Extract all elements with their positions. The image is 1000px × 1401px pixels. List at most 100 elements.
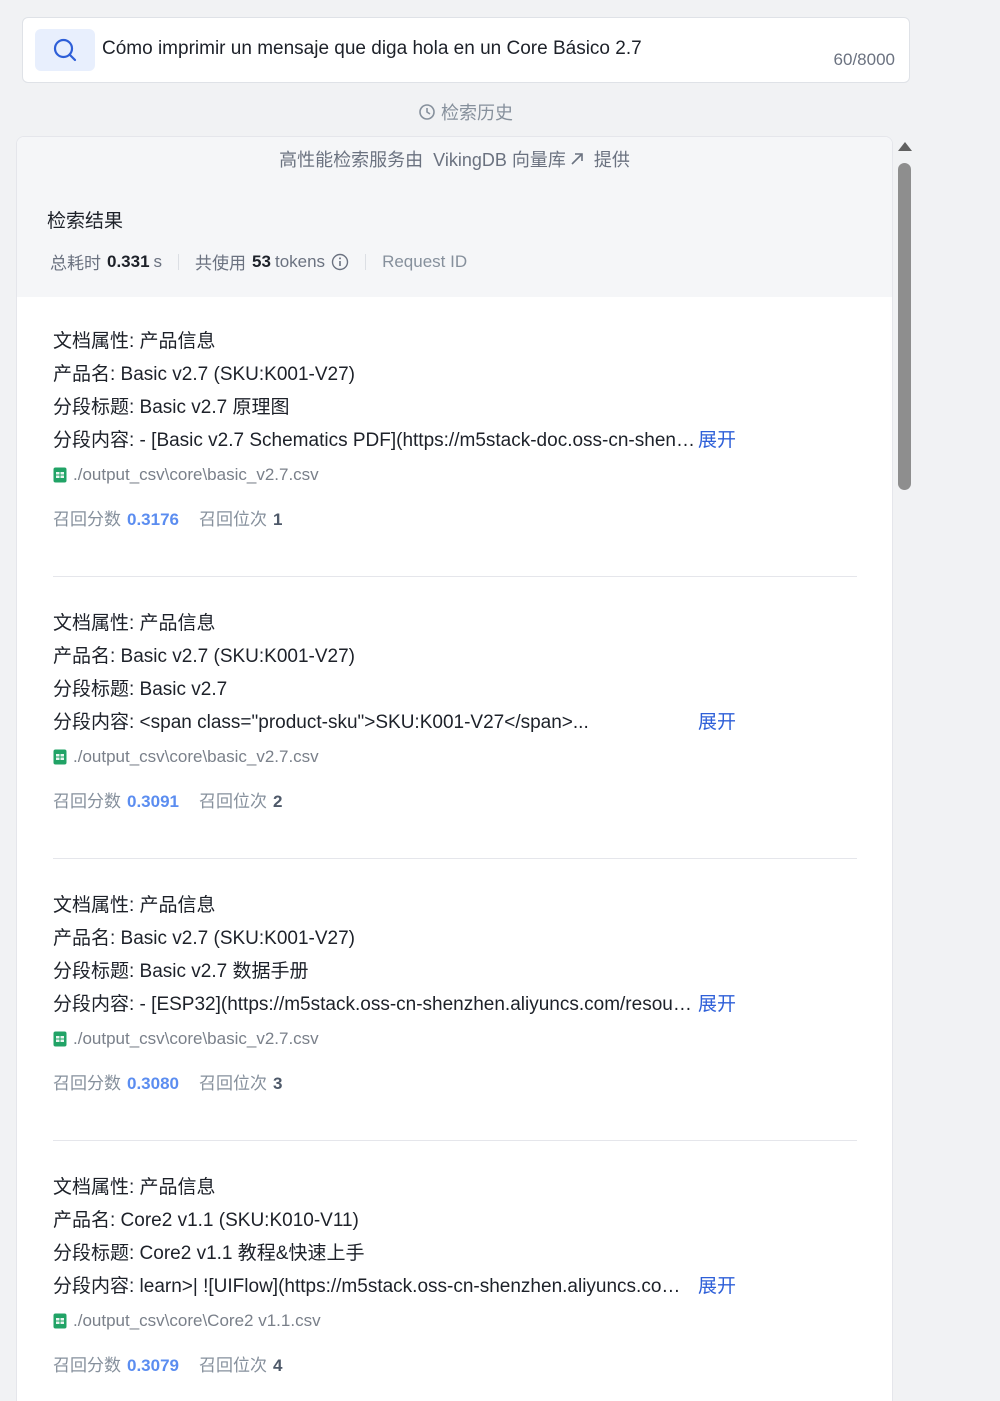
rank-value: 2 bbox=[273, 792, 283, 811]
rank-group: 召回位次 4 bbox=[199, 1351, 282, 1376]
results-summary: 检索结果 总耗时 0.331 s 共使用 53 tokens Request I… bbox=[17, 181, 892, 297]
history-label: 检索历史 bbox=[441, 103, 513, 123]
spreadsheet-file-icon bbox=[53, 1313, 67, 1329]
time-value: 0.331 bbox=[107, 251, 150, 271]
result-file-path: ./output_csv\core\Core2 v1.1.csv bbox=[73, 1311, 321, 1330]
request-id-button[interactable]: Request ID bbox=[382, 252, 467, 272]
rank-group: 召回位次 2 bbox=[199, 787, 282, 812]
result-item: 文档属性: 产品信息 产品名: Basic v2.7 (SKU:K001-V27… bbox=[53, 889, 857, 1094]
result-item: 文档属性: 产品信息 产品名: Basic v2.7 (SKU:K001-V27… bbox=[53, 325, 857, 530]
tokens-unit: tokens bbox=[274, 251, 326, 271]
rank-value: 1 bbox=[273, 510, 283, 529]
scrollbar[interactable] bbox=[895, 140, 915, 1401]
score-value: 0.3080 bbox=[127, 1074, 179, 1093]
result-divider bbox=[53, 858, 857, 859]
banner-suffix: 提供 bbox=[593, 150, 630, 170]
score-label: 召回分数 bbox=[53, 792, 121, 811]
score-value: 0.3079 bbox=[127, 1356, 179, 1375]
result-file-link[interactable]: ./output_csv\core\Core2 v1.1.csv bbox=[53, 1311, 857, 1331]
result-content: 分段内容: - [Basic v2.7 Schematics PDF](http… bbox=[53, 430, 695, 451]
score-value: 0.3176 bbox=[127, 510, 179, 529]
result-content-row: 分段内容: - [ESP32](https://m5stack.oss-cn-s… bbox=[53, 988, 857, 1021]
result-content-row: 分段内容: learn>| ![UIFlow](https://m5stack.… bbox=[53, 1270, 857, 1303]
banner-prefix: 高性能检索服务由 bbox=[279, 150, 424, 170]
result-doc-attr: 文档属性: 产品信息 bbox=[53, 331, 216, 352]
result-content-row: 分段内容: <span class="product-sku">SKU:K001… bbox=[53, 706, 857, 739]
result-product-name: 产品名: Basic v2.7 (SKU:K001-V27) bbox=[53, 364, 355, 385]
result-content: 分段内容: <span class="product-sku">SKU:K001… bbox=[53, 712, 589, 733]
result-divider bbox=[53, 576, 857, 577]
service-banner: 高性能检索服务由 VikingDB 向量库 提供 bbox=[17, 137, 892, 181]
result-product-name: 产品名: Core2 v1.1 (SKU:K010-V11) bbox=[53, 1210, 359, 1231]
score-group: 召回分数 0.3079 bbox=[53, 1351, 179, 1376]
score-group: 召回分数 0.3091 bbox=[53, 787, 179, 812]
result-doc-attr: 文档属性: 产品信息 bbox=[53, 1177, 216, 1198]
score-label: 召回分数 bbox=[53, 510, 121, 529]
results-title: 检索结果 bbox=[47, 211, 124, 232]
rank-group: 召回位次 3 bbox=[199, 1069, 282, 1094]
spreadsheet-file-icon bbox=[53, 749, 67, 765]
score-group: 召回分数 0.3080 bbox=[53, 1069, 179, 1094]
char-counter: 60/8000 bbox=[833, 50, 895, 69]
rank-value: 3 bbox=[273, 1074, 283, 1093]
result-section-title: 分段标题: Basic v2.7 原理图 bbox=[53, 397, 290, 418]
time-unit: s bbox=[153, 251, 163, 271]
spreadsheet-file-icon bbox=[53, 467, 67, 483]
expand-button[interactable]: 展开 bbox=[698, 706, 736, 739]
result-content: 分段内容: learn>| ![UIFlow](https://m5stack.… bbox=[53, 1276, 695, 1297]
results-stats: 总耗时 0.331 s 共使用 53 tokens Request ID bbox=[50, 249, 892, 274]
rank-label: 召回位次 bbox=[199, 510, 267, 529]
rank-label: 召回位次 bbox=[199, 1356, 267, 1375]
search-box: Cómo imprimir un mensaje que diga hola e… bbox=[22, 17, 910, 83]
result-doc-attr: 文档属性: 产品信息 bbox=[53, 613, 216, 634]
result-file-link[interactable]: ./output_csv\core\basic_v2.7.csv bbox=[53, 465, 857, 485]
result-metrics: 召回分数 0.3080 召回位次 3 bbox=[53, 1069, 857, 1094]
result-file-link[interactable]: ./output_csv\core\basic_v2.7.csv bbox=[53, 1029, 857, 1049]
rank-value: 4 bbox=[273, 1356, 283, 1375]
result-product-name: 产品名: Basic v2.7 (SKU:K001-V27) bbox=[53, 646, 355, 667]
rank-label: 召回位次 bbox=[199, 792, 267, 811]
result-divider bbox=[53, 1140, 857, 1141]
result-content-row: 分段内容: - [Basic v2.7 Schematics PDF](http… bbox=[53, 424, 857, 457]
history-icon bbox=[419, 104, 435, 120]
result-metrics: 召回分数 0.3176 召回位次 1 bbox=[53, 505, 857, 530]
result-metrics: 召回分数 0.3091 召回位次 2 bbox=[53, 787, 857, 812]
search-history-link[interactable]: 检索历史 bbox=[418, 99, 513, 125]
info-icon[interactable] bbox=[331, 253, 349, 271]
stats-divider bbox=[178, 253, 180, 270]
result-section-title: 分段标题: Core2 v1.1 教程&快速上手 bbox=[53, 1243, 365, 1264]
expand-button[interactable]: 展开 bbox=[698, 988, 736, 1021]
search-input[interactable]: Cómo imprimir un mensaje que diga hola e… bbox=[102, 38, 642, 60]
result-file-path: ./output_csv\core\basic_v2.7.csv bbox=[73, 747, 319, 766]
tokens-label: 共使用 bbox=[195, 254, 247, 273]
result-section-title: 分段标题: Basic v2.7 bbox=[53, 679, 228, 700]
result-file-path: ./output_csv\core\basic_v2.7.csv bbox=[73, 465, 319, 484]
external-link-icon bbox=[571, 153, 583, 165]
result-section-title: 分段标题: Basic v2.7 数据手册 bbox=[53, 961, 309, 982]
scroll-thumb[interactable] bbox=[898, 163, 911, 490]
score-label: 召回分数 bbox=[53, 1356, 121, 1375]
rank-label: 召回位次 bbox=[199, 1074, 267, 1093]
vikingdb-link[interactable]: VikingDB 向量库 bbox=[433, 146, 584, 172]
spreadsheet-file-icon bbox=[53, 1031, 67, 1047]
tokens-value: 53 bbox=[252, 251, 271, 271]
vikingdb-link-label: VikingDB 向量库 bbox=[433, 150, 566, 170]
search-button[interactable] bbox=[35, 29, 95, 71]
result-doc-attr: 文档属性: 产品信息 bbox=[53, 895, 216, 916]
score-label: 召回分数 bbox=[53, 1074, 121, 1093]
expand-button[interactable]: 展开 bbox=[698, 1270, 736, 1303]
result-file-path: ./output_csv\core\basic_v2.7.csv bbox=[73, 1029, 319, 1048]
stats-divider bbox=[365, 253, 367, 270]
score-group: 召回分数 0.3176 bbox=[53, 505, 179, 530]
result-item: 文档属性: 产品信息 产品名: Basic v2.7 (SKU:K001-V27… bbox=[53, 607, 857, 812]
time-label: 总耗时 bbox=[50, 254, 101, 273]
rank-group: 召回位次 1 bbox=[199, 505, 282, 530]
score-value: 0.3091 bbox=[127, 792, 179, 811]
result-content: 分段内容: - [ESP32](https://m5stack.oss-cn-s… bbox=[53, 994, 695, 1015]
expand-button[interactable]: 展开 bbox=[698, 424, 736, 457]
search-icon bbox=[53, 38, 77, 62]
result-file-link[interactable]: ./output_csv\core\basic_v2.7.csv bbox=[53, 747, 857, 767]
result-item: 文档属性: 产品信息 产品名: Core2 v1.1 (SKU:K010-V11… bbox=[53, 1171, 857, 1376]
scroll-up-arrow-icon[interactable] bbox=[898, 142, 912, 151]
result-metrics: 召回分数 0.3079 召回位次 4 bbox=[53, 1351, 857, 1376]
